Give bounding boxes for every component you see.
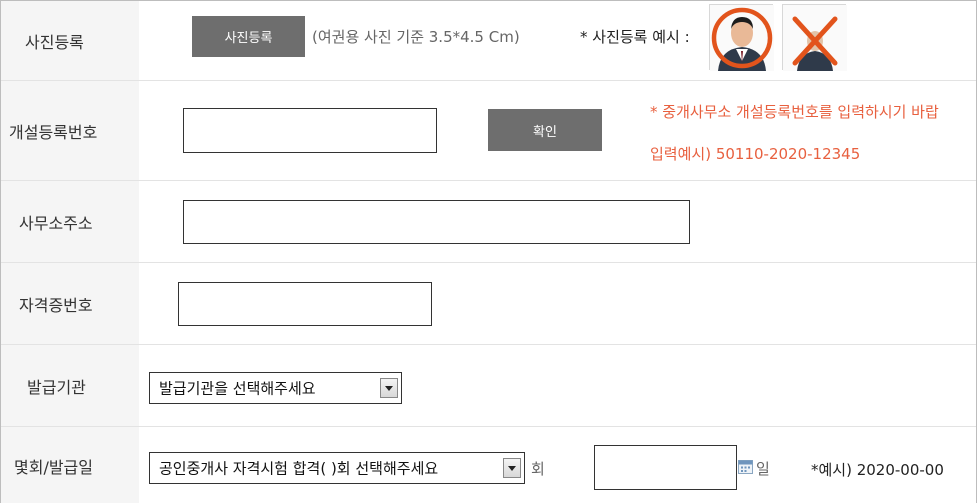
issuing-authority-value: 발급기관을 선택해주세요 (159, 379, 316, 398)
chevron-down-icon[interactable] (380, 378, 398, 398)
row-photo: 사진등록 사진등록 (여권용 사진 기준 3.5*4.5 Cm) * 사진등록 … (1, 1, 976, 81)
row-license-number: 자격증번호 (1, 263, 976, 345)
date-example: *예시) 2020-00-00 (811, 461, 944, 479)
registration-notice: * 중개사무소 개설등록번호를 입력하시기 바랍 (650, 103, 939, 121)
good-photo-example (709, 4, 774, 71)
issuing-authority-select[interactable]: 발급기관을 선택해주세요 (149, 372, 402, 404)
person-photo-x-icon (783, 5, 847, 71)
label-office-address: 사무소주소 (1, 181, 139, 262)
office-address-input[interactable] (183, 200, 690, 244)
registration-example: 입력예시) 50110-2020-12345 (650, 145, 861, 163)
license-number-input[interactable] (178, 282, 432, 326)
row-registration-number: 개설등록번호 확인 * 중개사무소 개설등록번호를 입력하시기 바랍 입력예시)… (1, 81, 976, 181)
agent-registration-form: 사진등록 사진등록 (여권용 사진 기준 3.5*4.5 Cm) * 사진등록 … (0, 0, 977, 503)
round-suffix: 회 (531, 460, 545, 478)
bad-photo-example (782, 4, 847, 71)
exam-round-value: 공인중개사 자격시험 합격( )회 선택해주세요 (159, 459, 439, 478)
confirm-button[interactable]: 확인 (488, 109, 602, 151)
photo-size-hint: (여권용 사진 기준 3.5*4.5 Cm) (312, 28, 520, 46)
issue-date-input[interactable] (594, 445, 737, 490)
photo-upload-button[interactable]: 사진등록 (192, 16, 305, 57)
day-suffix: 일 (756, 460, 770, 478)
label-issuing-authority: 발급기관 (1, 345, 139, 426)
label-license-number: 자격증번호 (1, 263, 139, 344)
row-office-address: 사무소주소 (1, 181, 976, 263)
registration-number-input[interactable] (183, 108, 437, 153)
label-photo: 사진등록 (1, 1, 139, 80)
label-round-issue-date: 몇회/발급일 (1, 427, 139, 503)
calendar-icon[interactable] (738, 459, 753, 474)
label-registration-number: 개설등록번호 (1, 81, 139, 180)
row-issuing-authority: 발급기관 발급기관을 선택해주세요 (1, 345, 976, 427)
row-round-issue-date: 몇회/발급일 공인중개사 자격시험 합격( )회 선택해주세요 회 일 *예시)… (1, 427, 976, 503)
chevron-down-icon[interactable] (503, 458, 521, 478)
photo-example-label: * 사진등록 예시 : (580, 28, 690, 46)
exam-round-select[interactable]: 공인중개사 자격시험 합격( )회 선택해주세요 (149, 452, 525, 484)
person-photo-ok-icon (710, 5, 774, 71)
